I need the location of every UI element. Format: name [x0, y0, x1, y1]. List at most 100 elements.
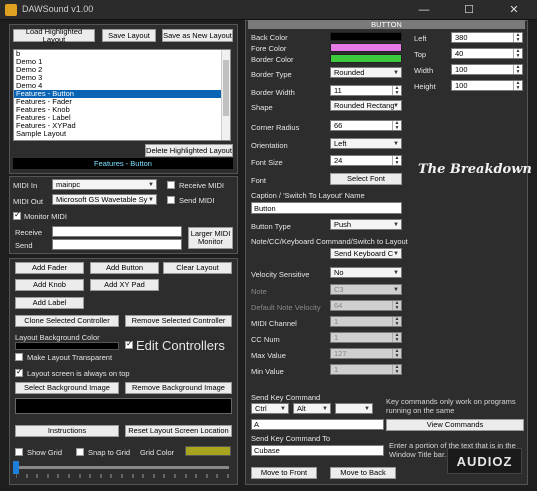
spinner-arrows-icon[interactable]: ▲ ▼ — [513, 32, 522, 42]
key-input[interactable]: A — [251, 419, 384, 430]
height-label: Height — [414, 82, 436, 91]
clear-layout-button[interactable]: Clear Layout — [163, 262, 232, 274]
left-spinner[interactable]: 380 ▲ ▼ — [451, 32, 523, 43]
send-midi-label: Send MIDI — [179, 196, 215, 205]
add-xy-pad-button[interactable]: Add XY Pad — [90, 279, 159, 291]
grid-size-slider-track[interactable] — [16, 466, 229, 469]
window-title: DAWSound v1.00 — [22, 4, 94, 14]
command-label: Note/CC/Keyboard Command/Switch to Layou… — [251, 237, 408, 246]
shape-select[interactable]: Rounded Rectang ▼ — [330, 100, 402, 111]
spinner-arrows-icon[interactable]: ▲ ▼ — [392, 155, 401, 165]
velocity-sensitive-select[interactable]: No ▼ — [330, 267, 402, 278]
background-color-swatch[interactable] — [15, 342, 119, 350]
receive-monitor-field — [52, 226, 182, 237]
cc-num-spinner[interactable]: 1 ▲ ▼ — [330, 332, 402, 343]
spinner-arrows-icon[interactable]: ▲ ▼ — [513, 64, 522, 74]
midi-out-select[interactable]: Microsoft GS Wavetable Sy ▼ — [52, 194, 157, 205]
font-size-spinner[interactable]: 24 ▲ ▼ — [330, 155, 402, 166]
midi-in-select[interactable]: mainpc ▼ — [52, 179, 157, 190]
reset-layout-location-button[interactable]: Reset Layout Screen Location — [125, 425, 232, 437]
border-type-label: Border Type — [251, 70, 292, 79]
snap-to-grid-checkbox[interactable] — [76, 448, 84, 456]
clone-controller-button[interactable]: Clone Selected Controller — [15, 315, 119, 327]
load-layout-button[interactable]: Load Highlighted Layout — [13, 27, 95, 43]
top-spinner[interactable]: 40 ▲ ▼ — [451, 48, 523, 59]
midi-channel-spinner[interactable]: 1 ▲ ▼ — [330, 316, 402, 327]
width-spinner[interactable]: 100 ▲ ▼ — [451, 64, 523, 75]
spinner-arrows-icon[interactable]: ▲ ▼ — [513, 48, 522, 58]
edit-controllers-checkbox[interactable] — [125, 339, 133, 349]
velocity-sensitive-label: Velocity Sensitive — [251, 270, 310, 279]
command-select[interactable]: Send Keyboard C ▼ — [330, 248, 402, 259]
spinner-arrows-icon[interactable]: ▲ ▼ — [392, 85, 401, 95]
make-transparent-label: Make Layout Transparent — [27, 353, 113, 362]
border-width-spinner[interactable]: 11 ▲ ▼ — [330, 85, 402, 96]
back-color-swatch[interactable] — [330, 32, 402, 41]
layout-list[interactable]: b Demo 1 Demo 2 Demo 3 Demo 4 Features - Butt… — [13, 49, 231, 141]
monitor-midi-checkbox[interactable] — [13, 210, 21, 220]
always-on-top-checkbox[interactable] — [15, 367, 23, 377]
spinner-arrows-icon[interactable]: ▲ ▼ — [392, 300, 401, 310]
minimize-button[interactable]: — — [401, 0, 447, 20]
back-color-label: Back Color — [251, 33, 288, 42]
larger-midi-monitor-button[interactable]: Larger MIDI Monitor — [188, 227, 233, 249]
key-modifier-1-select[interactable]: Ctrl ▼ — [251, 403, 289, 414]
title-bar: DAWSound v1.00 — ☐ ✕ — [0, 0, 537, 20]
show-grid-checkbox[interactable] — [15, 448, 23, 456]
add-label-button[interactable]: Add Label — [15, 297, 84, 309]
move-to-front-button[interactable]: Move to Front — [251, 467, 317, 479]
max-value-spinner[interactable]: 127 ▲ ▼ — [330, 348, 402, 359]
border-color-swatch[interactable] — [330, 54, 402, 63]
remove-controller-button[interactable]: Remove Selected Controller — [125, 315, 232, 327]
border-type-select[interactable]: Rounded ▼ — [330, 67, 402, 78]
height-spinner[interactable]: 100 ▲ ▼ — [451, 80, 523, 91]
grid-size-slider-thumb[interactable] — [13, 461, 19, 474]
delete-layout-button[interactable]: Delete Highlighted Layout — [145, 144, 233, 157]
add-fader-button[interactable]: Add Fader — [15, 262, 84, 274]
spinner-arrows-icon[interactable]: ▲ ▼ — [392, 348, 401, 358]
layout-list-item[interactable]: b — [14, 50, 230, 58]
spinner-arrows-icon[interactable]: ▲ ▼ — [392, 332, 401, 342]
key-modifier-3-select[interactable]: ▼ — [335, 403, 373, 414]
layout-list-item[interactable]: Demo 3 — [14, 74, 230, 82]
grid-color-swatch[interactable] — [185, 446, 231, 456]
button-type-select[interactable]: Push ▼ — [330, 219, 402, 230]
note-select[interactable]: C3 ▼ — [330, 284, 402, 295]
spinner-arrows-icon[interactable]: ▲ ▼ — [392, 316, 401, 326]
view-commands-button[interactable]: View Commands — [386, 419, 524, 431]
spinner-arrows-icon[interactable]: ▲ ▼ — [392, 364, 401, 374]
instructions-button[interactable]: Instructions — [15, 425, 119, 437]
add-button-button[interactable]: Add Button — [90, 262, 159, 274]
min-value-spinner[interactable]: 1 ▲ ▼ — [330, 364, 402, 375]
save-layout-button[interactable]: Save Layout — [102, 29, 156, 42]
layout-list-item[interactable]: Demo 1 — [14, 58, 230, 66]
chevron-down-icon: ▼ — [393, 102, 399, 109]
save-new-layout-button[interactable]: Save as New Layout — [162, 29, 233, 42]
layout-list-item[interactable]: Sample Layout — [14, 130, 230, 138]
send-midi-checkbox[interactable] — [167, 196, 175, 204]
close-button[interactable]: ✕ — [491, 0, 537, 20]
send-key-to-input[interactable]: Cubase — [251, 445, 384, 456]
default-velocity-spinner[interactable]: 64 ▲ ▼ — [330, 300, 402, 311]
maximize-button[interactable]: ☐ — [446, 0, 492, 20]
send-key-label: Send Key Command — [251, 393, 321, 402]
make-transparent-checkbox[interactable] — [15, 353, 23, 361]
move-to-back-button[interactable]: Move to Back — [330, 467, 396, 479]
select-background-image-button[interactable]: Select Background Image — [15, 382, 119, 394]
orientation-select[interactable]: Left ▼ — [330, 138, 402, 149]
layout-list-item[interactable]: Demo 2 — [14, 66, 230, 74]
corner-radius-spinner[interactable]: 66 ▲ ▼ — [330, 120, 402, 131]
grid-size-slider-ticks — [16, 474, 229, 478]
font-label: Font — [251, 176, 267, 185]
spinner-arrows-icon[interactable]: ▲ ▼ — [392, 120, 401, 130]
layout-list-scrollbar[interactable] — [221, 50, 230, 140]
spinner-arrows-icon[interactable]: ▲ ▼ — [513, 80, 522, 90]
cc-num-label: CC Num — [251, 335, 280, 344]
caption-input[interactable]: Button — [251, 202, 402, 214]
fore-color-swatch[interactable] — [330, 43, 402, 52]
remove-background-image-button[interactable]: Remove Background Image — [125, 382, 232, 394]
select-font-button[interactable]: Select Font — [330, 173, 402, 185]
receive-midi-checkbox[interactable] — [167, 181, 175, 189]
add-knob-button[interactable]: Add Knob — [15, 279, 84, 291]
key-modifier-2-select[interactable]: Alt ▼ — [293, 403, 331, 414]
